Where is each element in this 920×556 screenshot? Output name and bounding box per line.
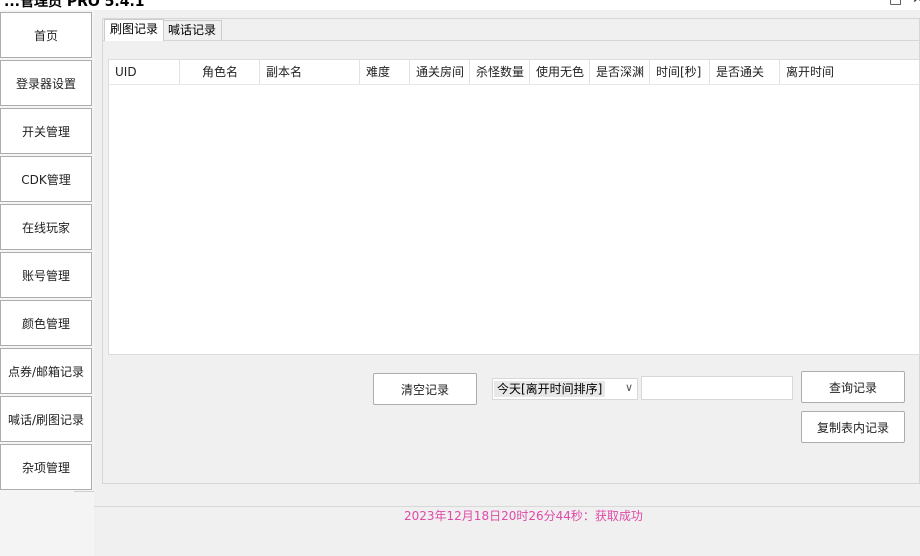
column-header-kill-count[interactable]: 杀怪数量 [470, 60, 530, 84]
tab-map-records[interactable]: 刷图记录 [104, 19, 165, 41]
sidebar-item-account-management[interactable]: 账号管理 [0, 252, 92, 298]
sidebar-item-misc-management[interactable]: 杂项管理 [0, 444, 92, 490]
title-bar: ...管理员 PRO 5.4.1 — □ ✕ [0, 0, 920, 10]
column-header-difficulty[interactable]: 难度 [360, 60, 410, 84]
date-filter-value: 今天[离开时间排序] [494, 381, 606, 397]
status-message: 2023年12月18日20时26分44秒：获取成功 [404, 509, 643, 523]
date-filter-select[interactable]: 今天[离开时间排序] ∨ [492, 378, 638, 400]
chevron-down-icon: ∨ [624, 381, 633, 394]
column-header-clear-room[interactable]: 通关房间 [410, 60, 470, 84]
records-table[interactable]: UID 角色名 副本名 难度 通关房间 杀怪数量 使用无色 是否深渊 时间[秒]… [108, 59, 920, 355]
sidebar-item-coupon-mail-records[interactable]: 点券/邮箱记录 [0, 348, 92, 394]
tab-strip-line [102, 40, 920, 41]
sidebar-divider [74, 491, 94, 492]
column-header-role-name[interactable]: 角色名 [180, 60, 260, 84]
column-header-time-seconds[interactable]: 时间[秒] [650, 60, 710, 84]
column-header-leave-time[interactable]: 离开时间 [780, 60, 919, 84]
clear-records-button[interactable]: 清空记录 [373, 373, 477, 405]
sidebar-item-home[interactable]: 首页 [0, 12, 92, 58]
close-icon[interactable]: ✕ [912, 0, 920, 7]
sidebar-item-launcher-settings[interactable]: 登录器设置 [0, 60, 92, 106]
column-header-dungeon-name[interactable]: 副本名 [260, 60, 360, 84]
sidebar-item-cdk-management[interactable]: CDK管理 [0, 156, 92, 202]
tab-shout-records[interactable]: 喊话记录 [162, 20, 223, 40]
column-header-uid[interactable]: UID [109, 60, 180, 84]
minimize-icon[interactable]: — [864, 0, 878, 7]
copy-table-records-button[interactable]: 复制表内记录 [801, 411, 905, 443]
window-title: ...管理员 PRO 5.4.1 [4, 0, 145, 10]
column-header-use-colorless[interactable]: 使用无色 [530, 60, 590, 84]
query-input[interactable] [641, 376, 793, 400]
column-header-is-abyss[interactable]: 是否深渊 [590, 60, 650, 84]
sidebar-item-color-management[interactable]: 颜色管理 [0, 300, 92, 346]
sidebar: 首页 登录器设置 开关管理 CDK管理 在线玩家 账号管理 颜色管理 点券/邮箱… [0, 10, 94, 556]
sidebar-item-online-players[interactable]: 在线玩家 [0, 204, 92, 250]
sidebar-item-shout-map-records[interactable]: 喊话/刷图记录 [0, 396, 92, 442]
table-header: UID 角色名 副本名 难度 通关房间 杀怪数量 使用无色 是否深渊 时间[秒]… [109, 60, 920, 85]
maximize-icon[interactable]: □ [889, 0, 902, 7]
sidebar-item-switch-management[interactable]: 开关管理 [0, 108, 92, 154]
query-records-button[interactable]: 查询记录 [801, 371, 905, 403]
main-panel: 刷图记录 喊话记录 UID 角色名 副本名 难度 通关房间 杀怪数量 使用无色 … [94, 10, 920, 556]
column-header-is-cleared[interactable]: 是否通关 [710, 60, 780, 84]
